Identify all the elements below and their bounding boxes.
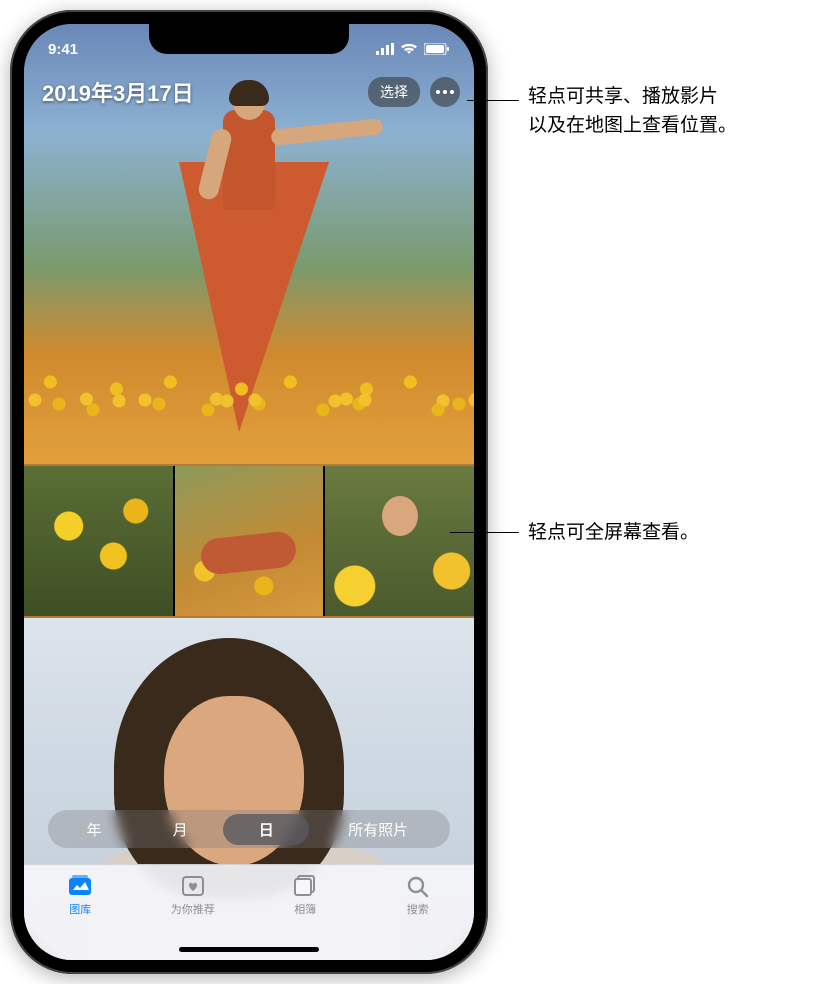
header-overlay: 2019年3月17日 选择: [42, 76, 460, 108]
iphone-frame: 9:41: [10, 10, 488, 974]
wifi-icon: [400, 43, 418, 55]
home-indicator[interactable]: [179, 947, 319, 952]
photo-thumbnail[interactable]: [24, 466, 173, 616]
tab-label: 为你推荐: [171, 901, 215, 917]
library-icon: [66, 873, 94, 899]
status-time: 9:41: [48, 41, 78, 58]
battery-icon: [424, 43, 450, 55]
select-button[interactable]: 选择: [368, 77, 420, 107]
iphone-screen: 9:41: [24, 24, 474, 960]
tab-for-you[interactable]: 为你推荐: [139, 873, 247, 917]
hero-foreground: [24, 334, 474, 464]
search-icon: [404, 873, 432, 899]
time-scale-segmented-control[interactable]: 年 月 日 所有照片: [48, 810, 450, 848]
notch: [149, 24, 349, 54]
tab-label: 相簿: [294, 901, 316, 917]
segment-year[interactable]: 年: [51, 814, 137, 845]
for-you-icon: [179, 873, 207, 899]
documentation-figure: 9:41: [0, 0, 827, 984]
tab-library[interactable]: 图库: [26, 873, 134, 917]
tab-label: 图库: [69, 901, 91, 917]
more-button[interactable]: [430, 77, 460, 107]
segment-day[interactable]: 日: [223, 814, 309, 845]
callout-more-button: 轻点可共享、播放影片 以及在地图上查看位置。: [528, 82, 737, 141]
callout-thumbnail: 轻点可全屏幕查看。: [528, 518, 699, 547]
status-indicators: [376, 43, 450, 55]
date-title: 2019年3月17日: [42, 76, 194, 108]
photo-thumbnail[interactable]: [175, 466, 324, 616]
tab-bar: 图库 为你推荐 相簿 搜索: [24, 864, 474, 960]
callout-line: [467, 100, 519, 101]
segment-all-photos[interactable]: 所有照片: [309, 814, 447, 845]
albums-icon: [291, 873, 319, 899]
thumbnail-row: [24, 466, 474, 616]
tab-albums[interactable]: 相簿: [251, 873, 359, 917]
tab-search[interactable]: 搜索: [364, 873, 472, 917]
callout-line: [450, 532, 519, 533]
header-actions: 选择: [368, 77, 460, 107]
ellipsis-icon: [436, 90, 454, 94]
segment-month[interactable]: 月: [137, 814, 223, 845]
photo-thumbnail[interactable]: [325, 466, 474, 616]
tab-label: 搜索: [407, 901, 429, 917]
cellular-icon: [376, 43, 394, 55]
